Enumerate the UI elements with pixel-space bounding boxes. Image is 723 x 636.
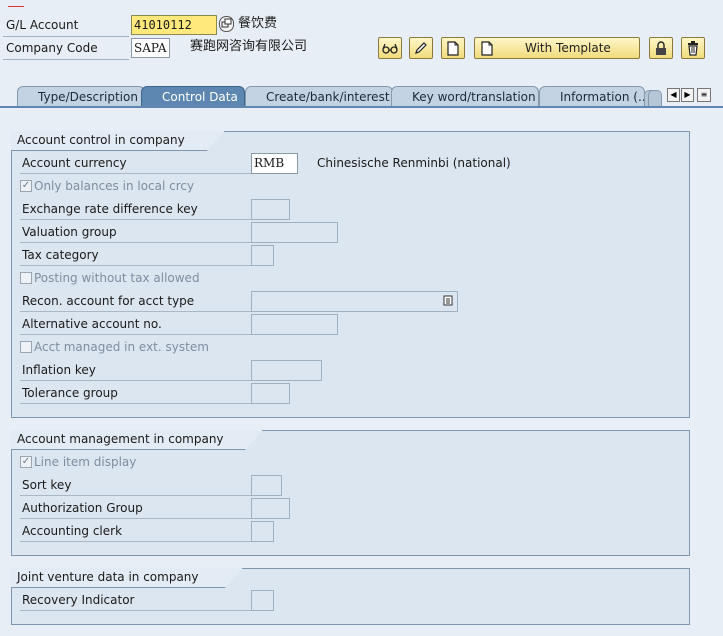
header-divider — [3, 59, 129, 60]
required-marker — [8, 6, 24, 7]
accounting-clerk-label: Accounting clerk — [20, 521, 251, 542]
account-control-title: Account control in company code — [11, 131, 225, 151]
tab-strip-line — [0, 106, 723, 108]
posting-without-tax-checkbox[interactable] — [20, 272, 32, 284]
delete-button[interactable] — [681, 37, 705, 59]
gl-account-label: G/L Account — [6, 18, 79, 32]
tab-list-button[interactable]: ≡ — [697, 88, 711, 102]
search-help-icon[interactable] — [219, 16, 234, 32]
dropdown-icon[interactable] — [443, 295, 454, 307]
only-balances-checkbox[interactable]: ✓ — [20, 180, 32, 192]
pencil-icon — [415, 42, 427, 54]
sort-key-label: Sort key — [20, 475, 251, 496]
recon-account-label: Recon. account for acct type — [20, 291, 251, 312]
tab-scroll-left-button[interactable]: ◀ — [667, 88, 680, 102]
valuation-group-input[interactable] — [251, 222, 338, 243]
company-name: 赛跑网咨询有限公司 — [190, 39, 308, 54]
company-code-label: Company Code — [6, 41, 98, 55]
acct-managed-checkbox[interactable] — [20, 341, 32, 353]
only-balances-label: Only balances in local crcy — [34, 179, 195, 193]
tolerance-group-label: Tolerance group — [20, 383, 251, 404]
alternative-account-label: Alternative account no. — [20, 314, 251, 335]
with-template-document-icon — [481, 40, 493, 56]
inflation-key-input[interactable] — [251, 360, 322, 381]
recovery-indicator-label: Recovery Indicator — [20, 590, 251, 611]
recon-account-select[interactable] — [251, 291, 458, 312]
create-button[interactable] — [441, 37, 465, 59]
authorization-group-input[interactable] — [251, 498, 290, 519]
posting-without-tax-row[interactable]: Posting without tax allowed — [20, 268, 200, 288]
display-button[interactable] — [378, 37, 402, 59]
with-template-button[interactable]: With Template — [474, 37, 640, 59]
company-code-input[interactable]: SAPA — [131, 38, 170, 58]
exchange-rate-label: Exchange rate difference key — [20, 199, 251, 220]
tab-control-data[interactable]: Control Data — [141, 86, 245, 107]
acct-managed-row[interactable]: Acct managed in ext. system — [20, 337, 209, 357]
joint-venture-title: Joint venture data in company code — [11, 568, 243, 588]
exchange-rate-input[interactable] — [251, 199, 290, 220]
account-currency-input[interactable]: RMB — [251, 153, 298, 174]
tax-category-input[interactable] — [251, 245, 274, 266]
posting-without-tax-label: Posting without tax allowed — [34, 271, 200, 285]
account-currency-text: Chinesische Renminbi (national) — [317, 156, 511, 170]
change-button[interactable] — [409, 37, 433, 59]
recovery-indicator-input[interactable] — [251, 590, 274, 611]
tab-create-bank-interest[interactable]: Create/bank/interest — [245, 86, 393, 107]
trash-icon — [688, 40, 698, 56]
acct-managed-label: Acct managed in ext. system — [34, 340, 209, 354]
gl-account-input[interactable]: 41010112 — [131, 15, 217, 35]
sort-key-input[interactable] — [251, 475, 282, 496]
account-currency-label: Account currency — [20, 153, 251, 174]
dropdown-glyph — [443, 295, 453, 306]
account-management-title: Account management in company code — [11, 430, 263, 450]
tab-key-word-translation[interactable]: Key word/translation — [391, 86, 539, 107]
glasses-icon — [382, 43, 398, 54]
lock-icon — [656, 40, 666, 55]
tab-type-description[interactable]: Type/Description — [17, 86, 145, 107]
block-button[interactable] — [649, 37, 673, 59]
valuation-group-label: Valuation group — [20, 222, 251, 243]
alternative-account-input[interactable] — [251, 314, 338, 335]
header-divider — [3, 36, 129, 37]
line-item-display-row[interactable]: ✓ Line item display — [20, 452, 136, 472]
only-balances-row[interactable]: ✓ Only balances in local crcy — [20, 176, 194, 196]
tab-scroll-right-button[interactable]: ▶ — [681, 88, 694, 102]
line-item-display-label: Line item display — [34, 455, 137, 469]
accounting-clerk-input[interactable] — [251, 521, 274, 542]
gl-account-name: 餐饮费 — [238, 16, 278, 31]
authorization-group-label: Authorization Group — [20, 498, 251, 519]
with-template-label: With Template — [525, 41, 611, 55]
search-help-glyph — [221, 18, 232, 28]
tab-information[interactable]: Information (... — [539, 86, 645, 107]
document-icon — [447, 40, 459, 56]
tolerance-group-input[interactable] — [251, 383, 290, 404]
line-item-display-checkbox[interactable]: ✓ — [20, 456, 32, 468]
tab-overflow-stack — [648, 90, 662, 107]
inflation-key-label: Inflation key — [20, 360, 251, 381]
tax-category-label: Tax category — [20, 245, 251, 266]
